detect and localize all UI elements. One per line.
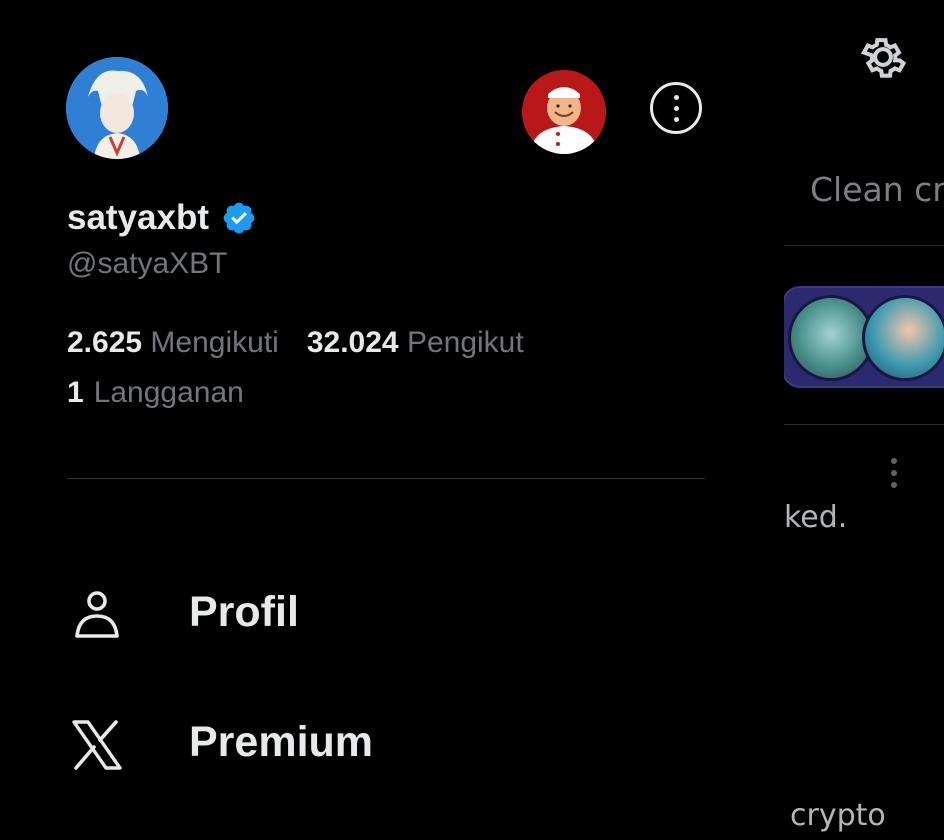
dot-icon	[674, 117, 679, 122]
dot-icon	[674, 95, 679, 100]
following-label: Mengikuti	[150, 326, 279, 359]
background-snippet: crypto	[790, 798, 886, 833]
kebab-menu-icon[interactable]	[886, 456, 902, 490]
followers-count: 32.024	[306, 326, 399, 359]
background-tab-label[interactable]: Clean cr	[810, 170, 944, 209]
followers-label: Pengikut	[406, 326, 524, 359]
drawer-divider	[67, 478, 705, 479]
menu-item-profile[interactable]: Profil	[66, 584, 706, 646]
background-snippet: ked.	[784, 500, 848, 535]
menu-item-premium[interactable]: Premium	[66, 714, 706, 776]
background-divider	[784, 245, 944, 246]
display-name-row[interactable]: satyaxbt	[67, 198, 257, 238]
dot-icon	[674, 106, 679, 111]
following-count: 2.625	[67, 326, 143, 359]
x-logo-icon	[66, 714, 128, 776]
followers-link[interactable]: 32.024 Pengikut	[307, 318, 524, 368]
secondary-account-avatar[interactable]	[522, 70, 606, 154]
following-link[interactable]: 2.625 Mengikuti	[67, 318, 279, 368]
background-divider	[784, 424, 944, 425]
menu-item-label: Profil	[189, 588, 299, 636]
display-name: satyaxbt	[67, 198, 210, 237]
side-drawer: satyaxbt @satyaXBT 2.625 Mengikuti 32.02…	[0, 0, 784, 840]
verified-badge-icon	[223, 202, 255, 234]
settings-gear-icon[interactable]	[856, 30, 910, 84]
subscriptions-count: 1	[67, 376, 84, 409]
menu-item-label: Premium	[189, 718, 374, 766]
avatar[interactable]	[66, 57, 168, 159]
user-handle: @satyaXBT	[67, 247, 228, 280]
follow-stats: 2.625 Mengikuti 32.024 Pengikut 1 Langga…	[67, 318, 524, 418]
more-options-button[interactable]	[650, 82, 702, 134]
person-icon	[66, 584, 128, 646]
subscriptions-label: Langganan	[93, 376, 244, 409]
space-avatar	[862, 295, 944, 381]
subscriptions-link[interactable]: 1 Langganan	[67, 368, 524, 418]
